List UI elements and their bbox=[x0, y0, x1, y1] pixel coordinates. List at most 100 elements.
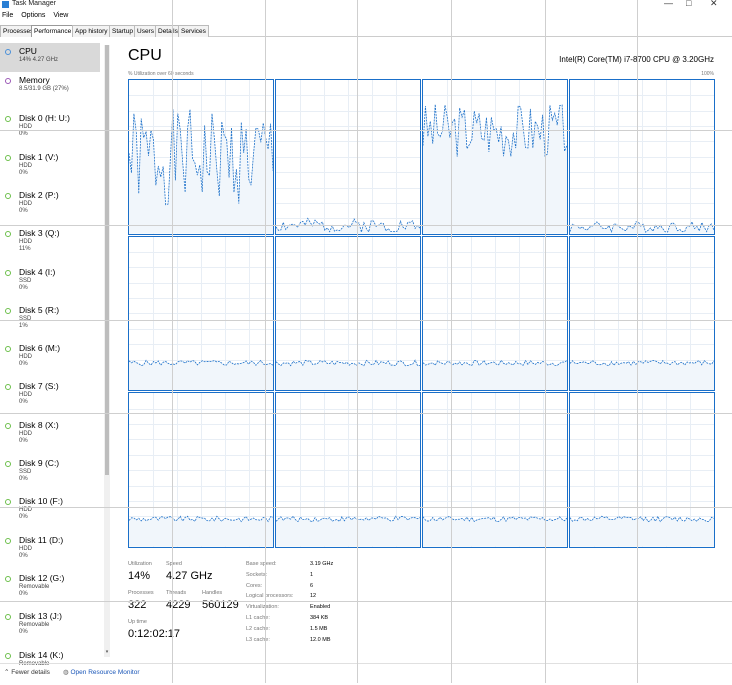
sidebar-item-disk-2-p[interactable]: Disk 2 (P:) HDD 0% bbox=[0, 187, 100, 225]
sidebar-item-detail: SSD bbox=[19, 277, 32, 284]
menu-options[interactable]: Options bbox=[21, 12, 45, 19]
sidebar-item-disk-7-s[interactable]: Disk 7 (S:) HDD 0% bbox=[0, 378, 100, 416]
detail-label: L2 cache: bbox=[246, 625, 270, 632]
logical-processor-graph bbox=[128, 79, 274, 235]
sidebar-item-disk-11-d[interactable]: Disk 11 (D:) HDD 0% bbox=[0, 532, 100, 570]
sidebar-item-usage: 0% bbox=[19, 437, 28, 444]
menu-view[interactable]: View bbox=[53, 12, 68, 19]
utilization-value: 14% bbox=[128, 570, 151, 582]
sidebar-item-disk-1-v[interactable]: Disk 1 (V:) HDD 0% bbox=[0, 149, 100, 187]
sidebar-item-detail: HDD bbox=[19, 162, 32, 169]
window-title: Task Manager bbox=[12, 0, 56, 7]
overlay-line bbox=[0, 601, 732, 602]
cpu-usage-line bbox=[276, 359, 420, 391]
title-bar: Task Manager — □ ✕ bbox=[0, 0, 732, 12]
sidebar-item-usage: 0% bbox=[19, 207, 28, 214]
cpu-usage-area bbox=[129, 109, 273, 234]
close-button[interactable]: ✕ bbox=[710, 0, 718, 9]
tab-performance[interactable]: Performance bbox=[31, 25, 75, 37]
disk-icon bbox=[5, 422, 11, 429]
sidebar-item-usage: 0% bbox=[19, 131, 28, 138]
sidebar-item-label: Memory bbox=[19, 75, 50, 85]
cpu-usage-area bbox=[129, 359, 273, 391]
cpu-usage-area bbox=[570, 360, 714, 391]
disk-icon bbox=[5, 116, 11, 123]
sidebar-item-memory[interactable]: Memory 8.5/31.9 GB (27%) bbox=[0, 72, 100, 110]
detail-label: Virtualization: bbox=[246, 604, 279, 611]
sidebar-item-detail: HDD bbox=[19, 354, 32, 361]
sidebar-item-usage: 0% bbox=[19, 476, 28, 482]
tab-users[interactable]: Users bbox=[134, 25, 157, 37]
detail-value: Enabled bbox=[310, 604, 331, 611]
chevron-up-icon: ⌃ bbox=[4, 669, 10, 676]
menu-file[interactable]: File bbox=[2, 12, 13, 19]
footer-bar: ⌃ Fewer details ◍ Open Resource Monitor bbox=[0, 663, 732, 684]
detail-label: Sockets: bbox=[246, 571, 268, 578]
detail-label: L3 cache: bbox=[246, 636, 270, 643]
overlay-line bbox=[545, 0, 546, 683]
overlay-line bbox=[0, 225, 732, 226]
resource-monitor-icon: ◍ bbox=[63, 669, 69, 676]
disk-icon bbox=[5, 269, 11, 276]
cpu-usage-line bbox=[570, 515, 714, 547]
sidebar-scrollbar[interactable]: ▾ bbox=[104, 45, 110, 657]
tab-startup[interactable]: Startup bbox=[109, 25, 136, 37]
tab-details[interactable]: Details bbox=[155, 25, 181, 37]
sidebar-item-detail: 8.5/31.9 GB (27%) bbox=[19, 86, 69, 92]
sidebar-item-label: Disk 14 (K:) bbox=[19, 649, 64, 660]
sidebar-item-disk-10-f[interactable]: Disk 10 (F:) HDD 0% bbox=[0, 493, 100, 531]
sidebar-item-usage: 1% bbox=[19, 322, 28, 329]
sidebar-item-detail: HDD bbox=[19, 200, 32, 207]
sidebar-item-detail: SSD bbox=[19, 469, 32, 475]
sidebar-item-detail: HDD bbox=[19, 239, 32, 246]
disk-icon bbox=[5, 192, 11, 199]
detail-value: 3.19 GHz bbox=[310, 561, 334, 567]
logical-processor-graph bbox=[569, 235, 715, 392]
sidebar-item-disk-8-x[interactable]: Disk 8 (X:) HDD 0% bbox=[0, 417, 100, 455]
disk-icon bbox=[5, 499, 11, 506]
scroll-down-icon[interactable]: ▾ bbox=[104, 649, 110, 655]
detail-value: 1 bbox=[310, 571, 314, 578]
disk-icon bbox=[5, 461, 11, 467]
overlay-line bbox=[357, 0, 358, 683]
sidebar-item-detail: Removable bbox=[19, 622, 50, 629]
open-resource-monitor-link[interactable]: ◍ Open Resource Monitor bbox=[63, 668, 140, 676]
logical-processor-graph bbox=[422, 235, 568, 392]
sidebar-item-disk-9-c[interactable]: Disk 9 (C:) SSD 0% bbox=[0, 455, 100, 493]
sidebar-item-usage: 0% bbox=[19, 552, 28, 559]
scrollbar-thumb[interactable] bbox=[105, 45, 109, 475]
sidebar-item-disk-4-i[interactable]: Disk 4 (I:) SSD 0% bbox=[0, 264, 100, 302]
disk-icon bbox=[5, 154, 11, 161]
detail-value: 12 bbox=[310, 593, 317, 600]
sidebar-item-usage: 0% bbox=[19, 284, 28, 291]
maximize-button[interactable]: □ bbox=[686, 0, 691, 8]
sidebar-item-detail: HDD bbox=[19, 430, 32, 437]
sidebar-item-disk-3-q[interactable]: Disk 3 (Q:) HDD 11% bbox=[0, 225, 100, 263]
logical-processor-graph bbox=[569, 79, 715, 235]
sidebar-item-cpu[interactable]: CPU 14% 4.27 GHz bbox=[0, 43, 100, 72]
graph-caption: % Utilization over 60 seconds bbox=[128, 71, 194, 77]
minimize-button[interactable]: — bbox=[664, 0, 673, 8]
sidebar-item-disk-6-m[interactable]: Disk 6 (M:) HDD 0% bbox=[0, 340, 100, 378]
tab-services[interactable]: Services bbox=[178, 25, 209, 37]
memory-icon bbox=[5, 78, 11, 84]
sidebar-item-disk-12-g[interactable]: Disk 12 (G:) Removable 0% bbox=[0, 570, 100, 608]
sidebar-item-label: Disk 1 (V:) bbox=[19, 151, 59, 162]
sidebar-item-usage: 0% bbox=[19, 361, 28, 368]
overlay-line bbox=[0, 320, 732, 321]
overlay-line bbox=[172, 0, 173, 683]
open-resource-monitor-label: Open Resource Monitor bbox=[70, 669, 140, 676]
speed-label: Speed bbox=[166, 561, 182, 567]
disk-icon bbox=[5, 614, 11, 621]
processes-label: Processes bbox=[128, 590, 154, 596]
tab-app-history[interactable]: App history bbox=[72, 25, 111, 37]
detail-label: Base speed: bbox=[246, 561, 277, 567]
cpu-stats: Utilization 14% Speed 4.27 GHz Processes… bbox=[128, 557, 728, 657]
cpu-usage-line bbox=[129, 109, 273, 234]
detail-value: 12.0 MB bbox=[310, 636, 331, 643]
sidebar-item-disk-13-j[interactable]: Disk 13 (J:) Removable 0% bbox=[0, 608, 100, 646]
logical-processor-graph bbox=[422, 79, 568, 235]
disk-icon bbox=[5, 346, 11, 353]
fewer-details-link[interactable]: ⌃ Fewer details bbox=[4, 668, 50, 676]
overlay-line bbox=[0, 413, 732, 414]
